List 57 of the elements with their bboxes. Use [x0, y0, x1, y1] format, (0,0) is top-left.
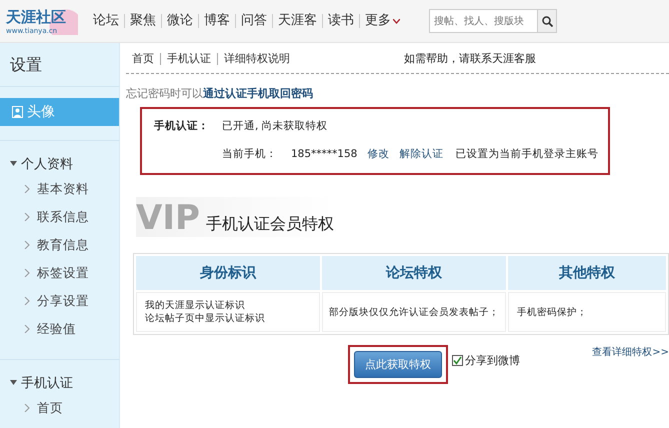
recover-link[interactable]: 通过认证手机取回密码	[203, 87, 313, 100]
more-menu[interactable]: 更多	[359, 14, 405, 28]
edit-link[interactable]: 修改	[367, 147, 390, 161]
breadcrumb-link[interactable]: 手机认证	[160, 52, 217, 64]
sidebar-item[interactable]: 基本资料	[0, 175, 119, 203]
caret-down-icon	[10, 160, 17, 168]
get-privilege-button[interactable]: 点此获取特权	[354, 351, 442, 378]
column-header: 身份标识	[136, 256, 320, 290]
chevron-right-icon	[24, 297, 31, 305]
nav-link[interactable]: 博客	[198, 14, 235, 28]
nav-link[interactable]: 读书	[322, 14, 359, 28]
nav-link[interactable]: 天涯客	[272, 14, 322, 28]
sidebar-group[interactable]: 个人资料	[0, 153, 119, 175]
share-checkbox[interactable]: 分享到微博	[452, 353, 520, 368]
chevron-right-icon	[24, 241, 31, 249]
column-header: 论坛特权	[322, 256, 506, 290]
caret-down-icon	[10, 379, 17, 387]
nav-link[interactable]: 聚焦	[124, 14, 161, 28]
sidebar-item[interactable]: 教育信息	[0, 231, 119, 259]
section-title: 手机认证会员特权	[206, 214, 334, 235]
chevron-right-icon	[24, 185, 31, 193]
login-note: 已设置为当前手机登录主账号	[455, 147, 598, 161]
help-text: 如需帮助，请联系天涯客服	[404, 51, 536, 66]
user-icon	[12, 106, 23, 118]
checkbox[interactable]	[452, 355, 463, 366]
details-link[interactable]: 查看详细特权>>	[592, 345, 669, 359]
chevron-right-icon	[24, 404, 31, 412]
sidebar-group[interactable]: 手机认证	[0, 372, 119, 394]
table-cell: 部分版块仅仅允许认证会员发表帖子；	[322, 292, 506, 332]
breadcrumb-link[interactable]: 首页	[126, 52, 160, 64]
sidebar-title: 设置	[0, 43, 119, 87]
chevron-right-icon	[24, 325, 31, 333]
nav-link[interactable]: 论坛	[88, 14, 124, 28]
table-cell: 我的天涯显示认证标识 论坛帖子页中显示认证标识	[136, 292, 320, 332]
recover-text: 忘记密码时可以通过认证手机取回密码	[126, 86, 314, 101]
caret-down-icon	[393, 19, 400, 24]
sidebar-item[interactable]: 经验值	[0, 315, 119, 343]
unbind-link[interactable]: 解除认证	[399, 147, 444, 161]
phone-label: 当前手机：	[222, 147, 277, 161]
vip-label: VIP	[136, 199, 200, 237]
chevron-right-icon	[24, 213, 31, 221]
sidebar-item[interactable]: 首页	[0, 394, 119, 422]
table-cell: 手机密码保护；	[508, 292, 666, 332]
nav-link[interactable]: 问答	[235, 14, 272, 28]
sidebar-item[interactable]: 分享设置	[0, 287, 119, 315]
search-button[interactable]	[537, 9, 557, 33]
column-header: 其他特权	[508, 256, 666, 290]
status-value: 已开通, 尚未获取特权	[222, 119, 328, 133]
chevron-right-icon	[24, 269, 31, 277]
sidebar-item[interactable]: 联系信息	[0, 203, 119, 231]
nav-link[interactable]: 微论	[161, 14, 198, 28]
search-field[interactable]: 搜帖、找人、搜版块	[429, 9, 537, 33]
sidebar-item[interactable]: 标签设置	[0, 259, 119, 287]
breadcrumb-link[interactable]: 详细特权说明	[217, 52, 296, 64]
search-icon	[542, 16, 552, 26]
phone-number: 185*****158	[291, 148, 358, 160]
status-label: 手机认证：	[154, 119, 210, 133]
